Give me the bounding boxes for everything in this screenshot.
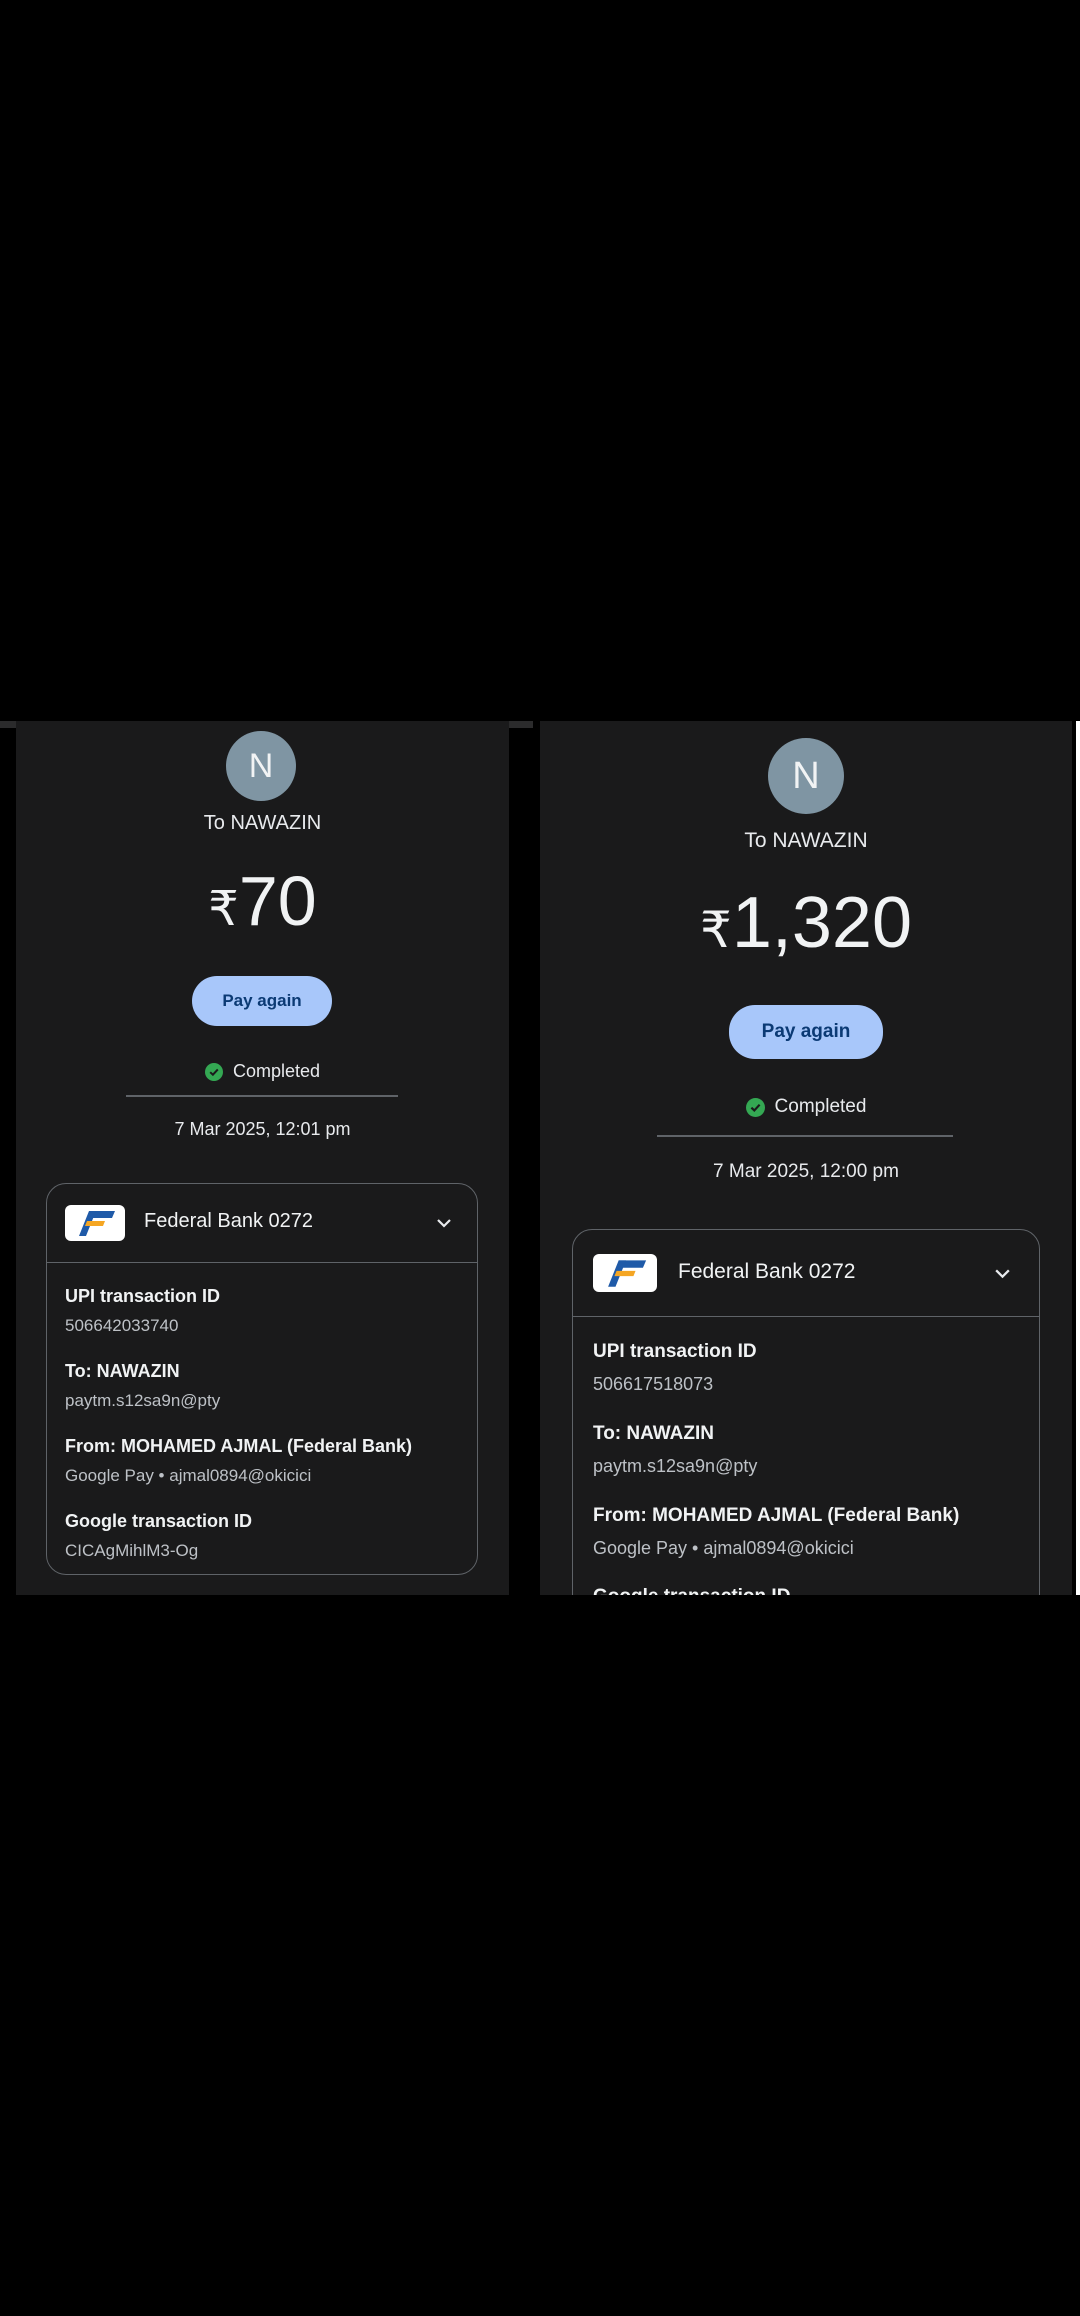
amount-value: 70 <box>238 862 317 940</box>
to-label: To: NAWAZIN <box>65 1361 180 1381</box>
google-transaction-label: Google transaction ID <box>65 1511 253 1531</box>
currency-symbol: ₹ <box>208 883 239 936</box>
chevron-down-icon[interactable] <box>993 1264 1012 1283</box>
check-circle-icon <box>204 1062 223 1081</box>
bank-details-card: Federal Bank 0272 UPI transaction ID 506… <box>46 1183 478 1575</box>
amount: ₹70 <box>16 861 509 950</box>
divider <box>126 1095 398 1097</box>
upi-transaction-id: 506617518073 <box>593 1374 714 1394</box>
avatar: N <box>226 731 296 801</box>
status-row: Completed <box>540 1096 1072 1118</box>
right-edge-strip <box>1076 721 1080 1595</box>
to-upi-id: paytm.s12sa9n@pty <box>65 1391 221 1410</box>
transaction-datetime: 7 Mar 2025, 12:00 pm <box>713 1161 899 1182</box>
status-row: Completed <box>16 1061 509 1082</box>
upi-transaction-label: UPI transaction ID <box>65 1286 221 1306</box>
from-upi-id: Google Pay • ajmal0894@okicici <box>65 1466 312 1485</box>
recipient-title: To NAWAZIN <box>203 812 322 834</box>
pay-again-button[interactable]: Pay again <box>192 976 332 1026</box>
status-text: Completed <box>232 1061 321 1081</box>
pay-again-button[interactable]: Pay again <box>729 1005 883 1059</box>
avatar-letter: N <box>248 746 274 785</box>
upi-transaction-label: UPI transaction ID <box>593 1341 757 1362</box>
avatar: N <box>768 738 844 814</box>
federal-bank-logo <box>65 1205 125 1241</box>
amount-value: 1,320 <box>731 883 912 963</box>
status-text: Completed <box>774 1096 867 1117</box>
bank-name: Federal Bank 0272 <box>678 1260 856 1283</box>
check-circle-icon <box>745 1097 765 1117</box>
from-label: From: MOHAMED AJMAL (Federal Bank) <box>65 1436 413 1456</box>
upi-transaction-id: 506642033740 <box>65 1316 179 1335</box>
google-transaction-label: Google transaction ID <box>593 1586 790 1595</box>
right-transaction-screen: N To NAWAZIN ₹1,320 Pay again Completed … <box>540 721 1072 1595</box>
google-transaction-id: CICAgMihlM3-Og <box>65 1541 199 1560</box>
bank-name: Federal Bank 0272 <box>144 1210 314 1232</box>
from-upi-id: Google Pay • ajmal0894@okicici <box>593 1538 854 1558</box>
transaction-datetime: 7 Mar 2025, 12:01 pm <box>174 1119 351 1139</box>
avatar-letter: N <box>792 754 820 797</box>
to-upi-id: paytm.s12sa9n@pty <box>593 1456 758 1476</box>
left-transaction-screen: N To NAWAZIN ₹70 Pay again Completed 7 M… <box>16 721 509 1595</box>
bank-header[interactable]: Federal Bank 0272 <box>573 1230 1039 1317</box>
bank-header[interactable]: Federal Bank 0272 <box>47 1184 477 1263</box>
to-label: To: NAWAZIN <box>593 1423 715 1444</box>
bank-details-card: Federal Bank 0272 UPI transaction ID 506… <box>572 1229 1040 1595</box>
currency-symbol: ₹ <box>700 902 732 958</box>
recipient-title: To NAWAZIN <box>744 829 868 852</box>
federal-bank-logo <box>593 1254 657 1292</box>
divider <box>657 1135 953 1137</box>
chevron-down-icon[interactable] <box>435 1214 453 1232</box>
amount: ₹1,320 <box>540 881 1072 972</box>
from-label: From: MOHAMED AJMAL (Federal Bank) <box>593 1505 960 1526</box>
